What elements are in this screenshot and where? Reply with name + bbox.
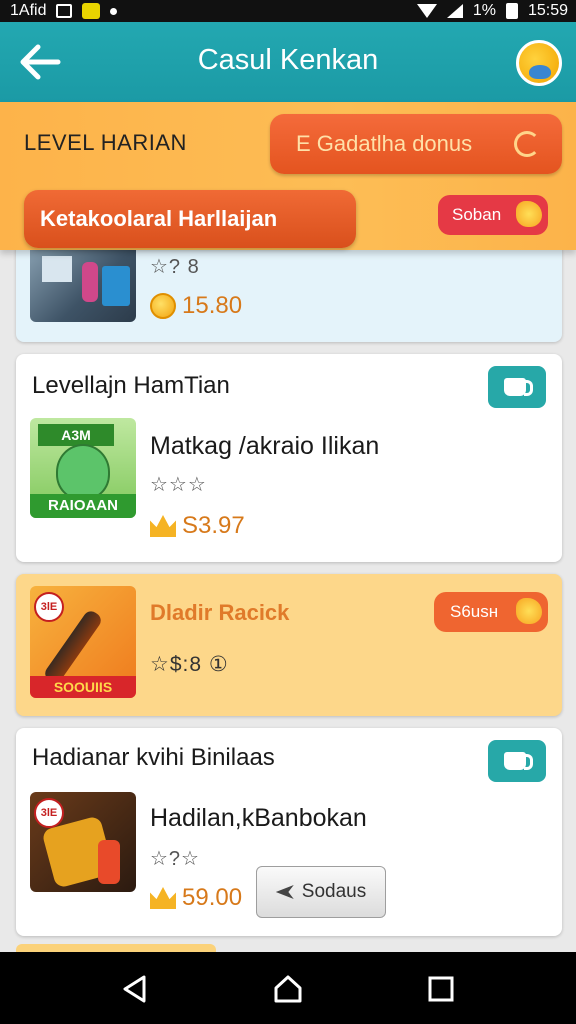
pill-label: Ketakoolaral Harllaijan (40, 206, 278, 231)
badge: 3lЕ (34, 798, 64, 828)
page-title: Casul Kenkan (197, 44, 379, 76)
next-card-edge (16, 944, 216, 952)
gallery-icon (56, 4, 73, 18)
price-value: S3.97 (182, 512, 245, 539)
moon-icon (514, 131, 540, 157)
battery-percent: 1% (472, 2, 496, 19)
list-item[interactable]: ☆? 8 15.80 (16, 236, 562, 342)
badge: 3lЕ (34, 592, 64, 622)
thumb-label: SOOUIIS (30, 676, 136, 698)
sparkle-icon (516, 201, 542, 227)
level-label: LEVEL HARIAN (24, 130, 187, 155)
app-notification-icon (82, 3, 101, 19)
item-price: S3.97 (150, 512, 245, 540)
item-name: Hadilan,kBanbokan (150, 804, 367, 832)
daily-pill[interactable]: Ketakoolaral Harllaijan (24, 190, 356, 248)
battery-icon (505, 3, 518, 19)
item-name: Matkag /akraio Ilikan (150, 432, 380, 460)
share-icon (275, 885, 294, 899)
crown-icon (150, 515, 176, 537)
nav-home-button[interactable] (273, 974, 303, 1004)
price-value: 59.00 (182, 884, 243, 911)
status-time: 15:59 (527, 2, 568, 19)
price-value: 15.80 (182, 292, 243, 319)
system-nav-bar (0, 952, 576, 1024)
action-button[interactable]: Sodaus (256, 866, 386, 918)
item-thumbnail: 3lЕ SOOUIIS (30, 586, 136, 698)
crown-icon (150, 887, 176, 909)
nav-recents-button[interactable] (426, 974, 456, 1004)
nav-back-icon (123, 975, 146, 1003)
teapot-button[interactable] (488, 740, 546, 782)
avatar-icon[interactable] (516, 40, 562, 86)
list-item[interactable]: Hadianar kvihi Binilaas 3lЕ Hadilan,kBan… (16, 728, 562, 936)
item-rating: ☆☆☆ (150, 474, 207, 496)
thumb-label: A3M (38, 424, 114, 446)
list-item[interactable]: Dladir Racick S6usн 3lЕ SOOUIIS ☆$:8 ① (16, 574, 562, 716)
item-rating: ☆$:8 ① (150, 653, 229, 676)
item-price: 15.80 (150, 292, 242, 320)
button-label: Sodaus (301, 881, 367, 902)
nav-back-button[interactable] (120, 974, 150, 1004)
bonus-pill[interactable]: E Gadatlha donus (270, 114, 562, 174)
nav-recents-icon (428, 976, 454, 1002)
item-rating: ☆?☆ (150, 848, 200, 870)
pill-label: S6usн (450, 602, 499, 621)
card-title: Dladir Racick (150, 600, 290, 625)
item-thumbnail: 3lЕ (30, 792, 136, 892)
list-item[interactable]: Levellajn HamTian A3M RAIOAAN Matkag /ak… (16, 354, 562, 562)
level-banner: LEVEL HARIAN E Gadatlha donus Ketakoolar… (0, 102, 576, 250)
card-title: Hadianar kvihi Binilaas (32, 744, 275, 771)
signal-icon (446, 4, 463, 18)
small-pill[interactable]: Soban (438, 195, 548, 235)
wifi-icon (416, 4, 437, 18)
dot-icon (110, 7, 118, 15)
thumb-label: RAIOAAN (30, 494, 136, 518)
coin-icon (150, 293, 176, 319)
pill-label: E Gadatlha donus (296, 131, 473, 156)
teapot-button[interactable] (488, 366, 546, 408)
item-thumbnail: A3M RAIOAAN (30, 418, 136, 518)
item-price: 59.00 (150, 884, 242, 912)
item-rating: ☆? 8 (150, 256, 200, 278)
carrier-label: 1Afid (10, 2, 47, 19)
nav-home-icon (274, 975, 302, 1003)
action-pill[interactable]: S6usн (434, 592, 548, 632)
card-title: Levellajn HamTian (32, 372, 230, 399)
pill-label: Soban (452, 205, 502, 224)
status-bar: 1Afid 1% 15:59 (0, 0, 576, 22)
app-bar: Casul Kenkan (0, 22, 576, 102)
sparkle-icon (516, 598, 542, 624)
